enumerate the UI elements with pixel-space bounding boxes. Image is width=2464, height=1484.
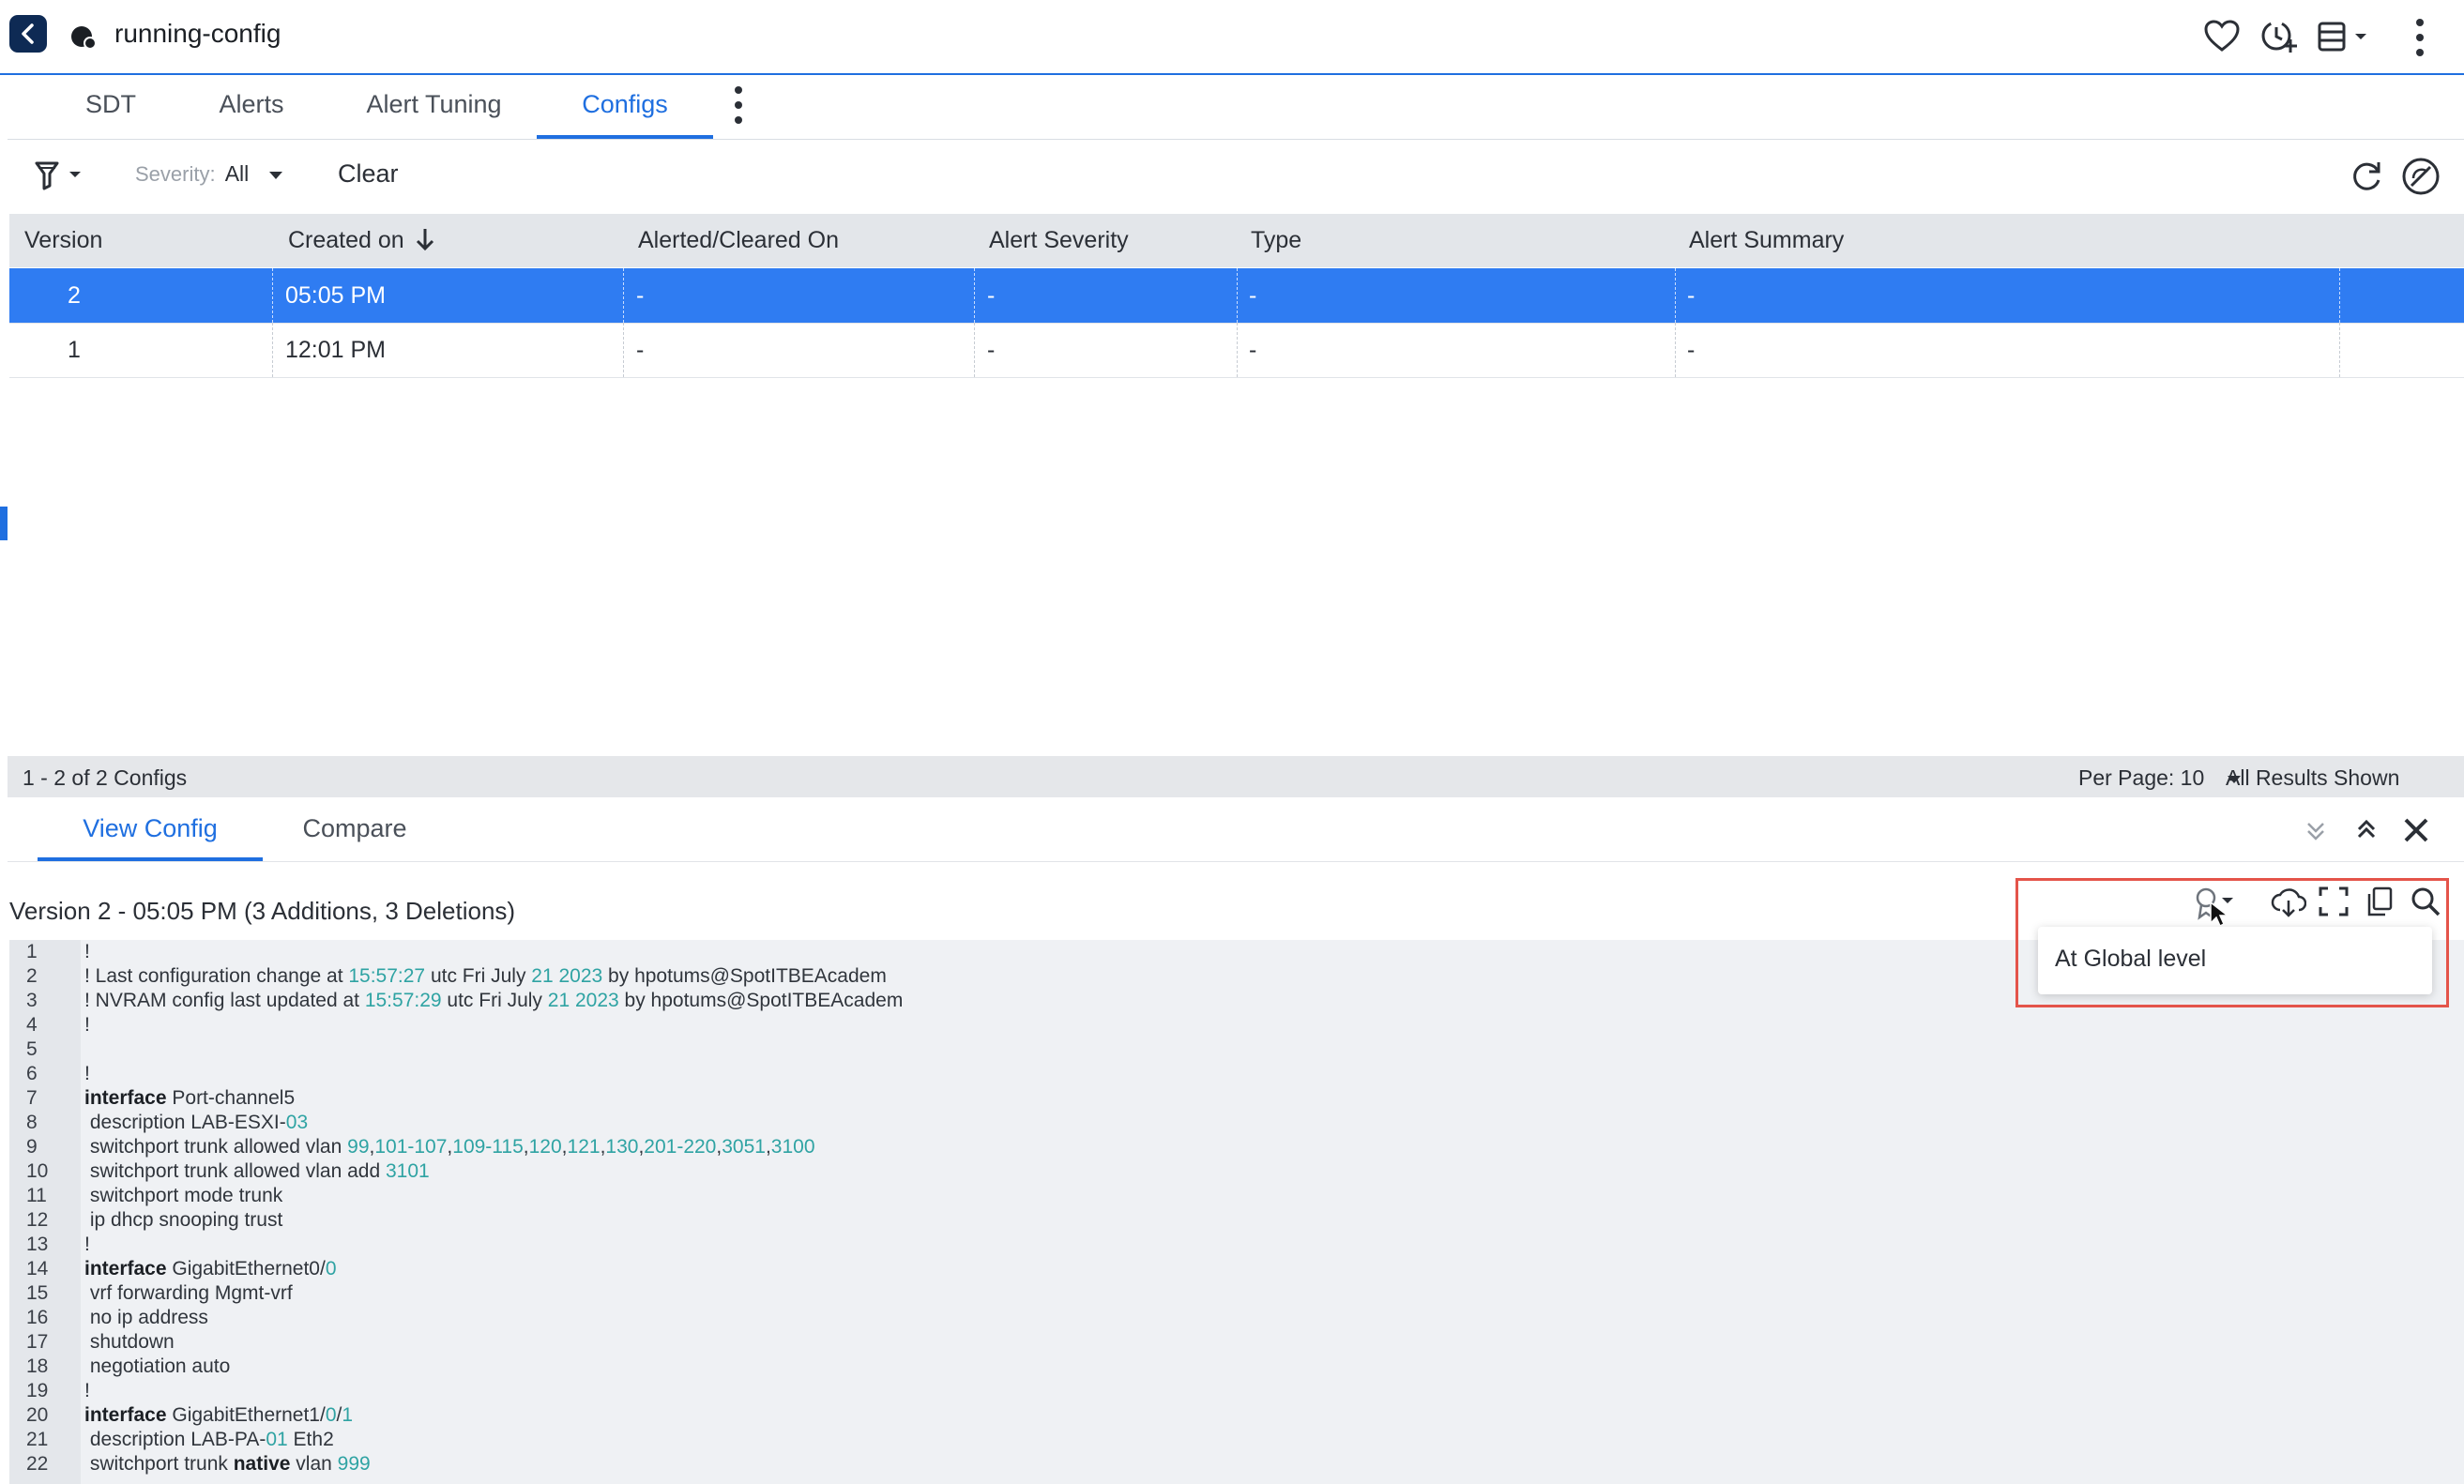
more-tabs-icon[interactable]	[732, 84, 745, 126]
results-count: 1 - 2 of 2 Configs	[23, 765, 188, 790]
tab-alerts[interactable]: Alerts	[195, 75, 308, 139]
app-header: running-config	[0, 0, 2464, 75]
tab-alert-tuning[interactable]: Alert Tuning	[347, 75, 521, 139]
col-created-on-label: Created on	[288, 227, 404, 253]
favorite-heart-icon[interactable]	[2203, 19, 2241, 53]
per-page-label: Per Page: 10	[2078, 765, 2205, 790]
collapse-down-icon[interactable]	[2303, 818, 2329, 844]
severity-value: All	[224, 161, 250, 186]
cell-created: 05:05 PM	[285, 282, 387, 309]
table-footer: 1 - 2 of 2 Configs Per Page: 10 All Resu…	[8, 756, 2464, 797]
cell-severity: -	[987, 337, 996, 363]
award-level-dropdown: At Global level	[2038, 927, 2432, 994]
col-version[interactable]: Version	[24, 214, 102, 267]
cell-type: -	[1249, 337, 1257, 363]
refresh-icon[interactable]	[2348, 158, 2385, 195]
tab-view-config[interactable]: View Config	[38, 799, 263, 861]
cell-summary: -	[1687, 282, 1696, 309]
filter-bar: Severity: All Clear	[8, 141, 2464, 208]
disable-refresh-icon[interactable]	[2400, 156, 2441, 197]
back-button[interactable]	[9, 15, 47, 53]
per-page-select[interactable]: Per Page: 10	[2078, 765, 2243, 791]
clear-filter-button[interactable]: Clear	[338, 159, 399, 189]
left-edge-marker	[0, 507, 8, 540]
col-alerted-cleared[interactable]: Alerted/Cleared On	[638, 214, 839, 267]
tab-compare[interactable]: Compare	[280, 799, 430, 861]
chevron-left-icon	[22, 23, 34, 44]
close-icon[interactable]	[2402, 816, 2430, 844]
severity-label: Severity:	[135, 162, 216, 186]
config-version-title: Version 2 - 05:05 PM (3 Additions, 3 Del…	[9, 897, 516, 925]
col-alert-summary[interactable]: Alert Summary	[1689, 214, 1844, 267]
resource-tabs: SDT Alerts Alert Tuning Configs	[8, 75, 2464, 140]
col-created-on[interactable]: Created on	[288, 214, 435, 267]
expand-up-icon[interactable]	[2353, 816, 2380, 842]
cell-type: -	[1249, 282, 1257, 309]
schedule-add-icon[interactable]	[2259, 17, 2299, 56]
col-alert-severity[interactable]: Alert Severity	[989, 214, 1129, 267]
cell-severity: -	[987, 282, 996, 309]
cell-alerted: -	[636, 337, 645, 363]
dropdown-item-global-level[interactable]: At Global level	[2055, 946, 2206, 973]
cell-created: 12:01 PM	[285, 337, 387, 363]
cell-summary: -	[1687, 337, 1696, 363]
filter-icon[interactable]	[34, 159, 90, 191]
config-device-icon	[71, 26, 97, 50]
table-row[interactable]: 1 12:01 PM - - - -	[9, 323, 2464, 378]
cell-alerted: -	[636, 282, 645, 309]
cell-version: 2	[68, 282, 81, 309]
col-type[interactable]: Type	[1251, 214, 1301, 267]
config-panel-tabs: View Config Compare	[8, 799, 2464, 862]
tab-configs[interactable]: Configs	[537, 75, 713, 139]
config-code-view: 1! 2! Last configuration change at 15:57…	[9, 940, 2464, 1484]
page-title: running-config	[114, 19, 281, 48]
more-vertical-icon[interactable]	[2413, 17, 2426, 58]
sort-descending-icon	[416, 229, 433, 251]
results-shown-text: All Results Shown	[2226, 765, 2400, 790]
cell-version: 1	[68, 337, 81, 363]
tab-sdt[interactable]: SDT	[54, 75, 167, 139]
severity-filter[interactable]: Severity: All	[135, 161, 284, 187]
dashboard-menu-icon[interactable]	[2318, 21, 2372, 54]
table-row[interactable]: 2 05:05 PM - - - -	[9, 268, 2464, 324]
table-header: Version Created on Alerted/Cleared On Al…	[9, 214, 2464, 267]
chevron-down-icon	[269, 172, 283, 179]
